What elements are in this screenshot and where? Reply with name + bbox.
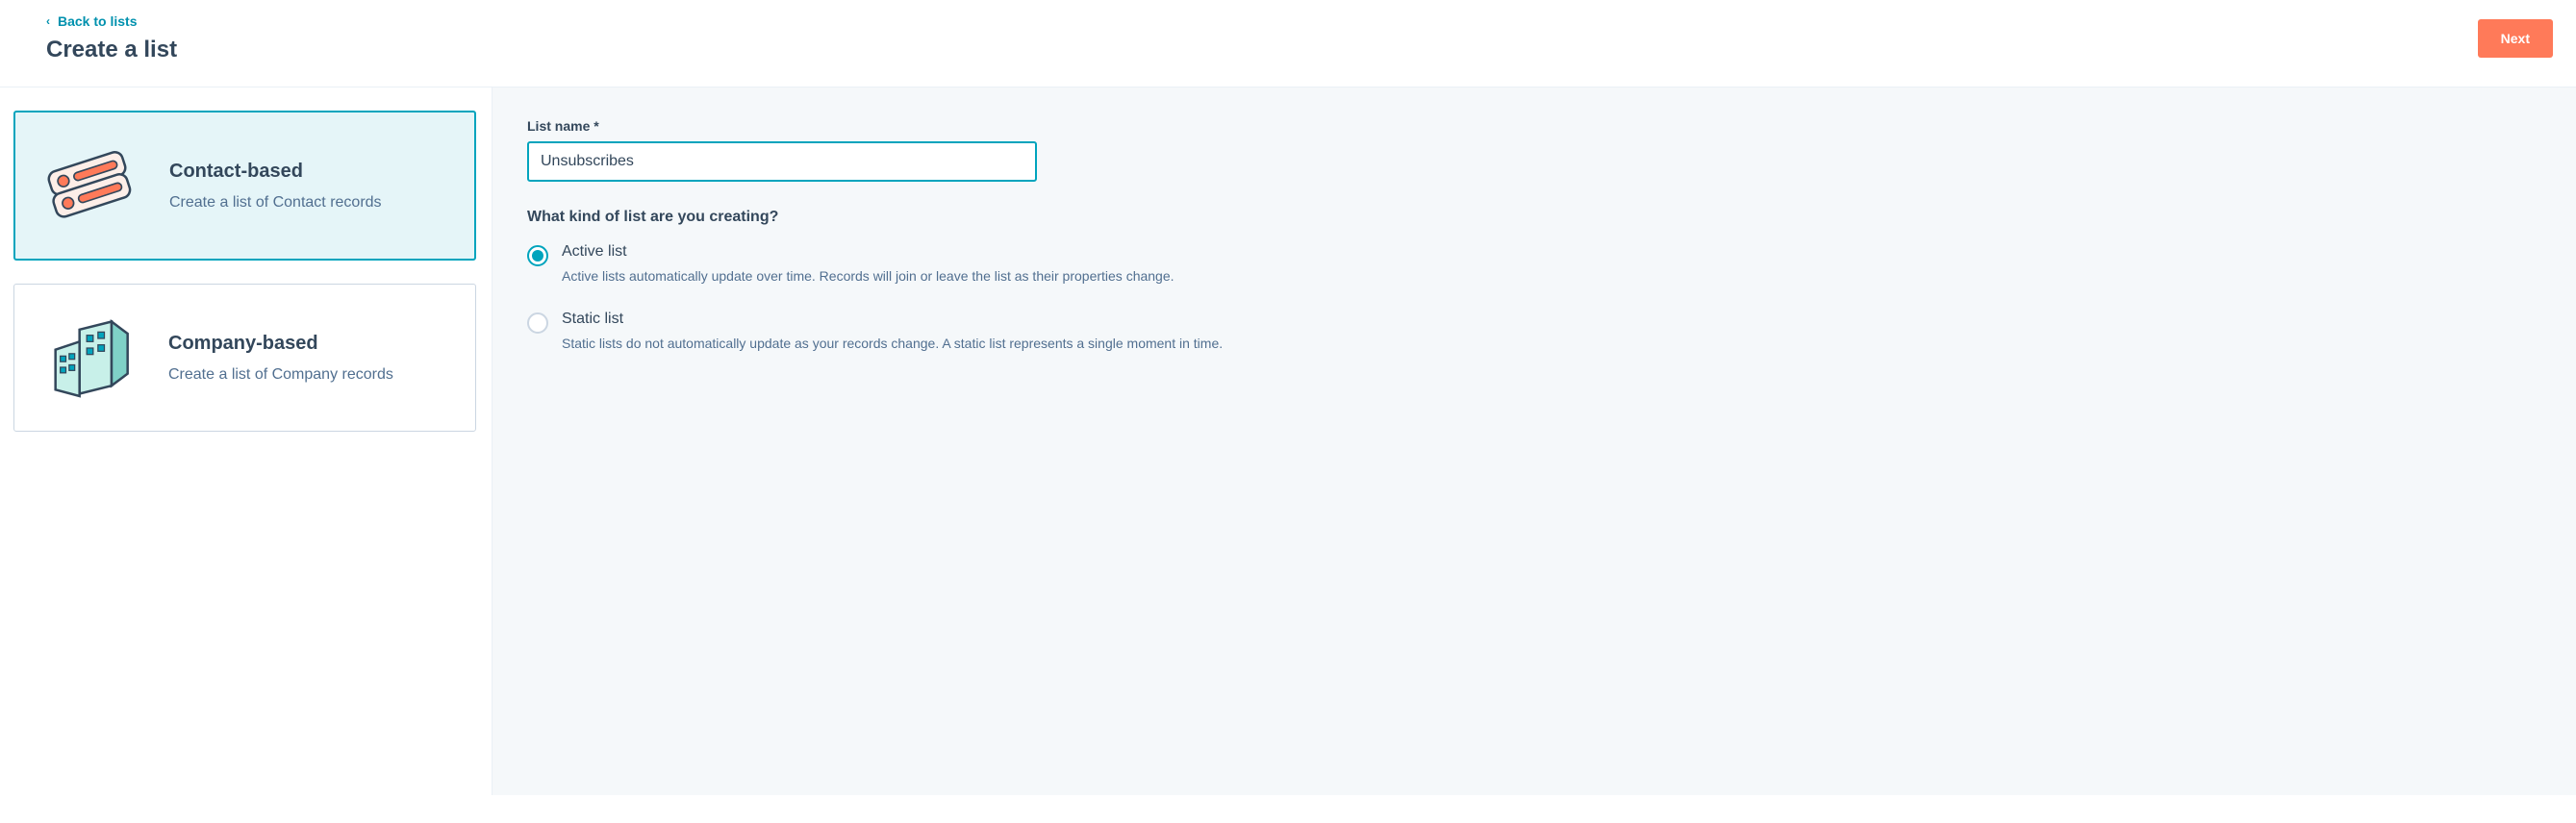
- radio-button-unselected-icon[interactable]: [527, 312, 548, 334]
- card-text: Company-based Create a list of Company r…: [168, 333, 393, 384]
- radio-label: Active list: [562, 243, 1174, 261]
- header-left: ‹ Back to lists Create a list: [46, 13, 177, 63]
- back-to-lists-link[interactable]: ‹ Back to lists: [46, 13, 177, 29]
- radio-active-list[interactable]: Active list Active lists automatically u…: [527, 243, 2541, 284]
- radio-static-list[interactable]: Static list Static lists do not automati…: [527, 311, 2541, 351]
- radio-text: Static list Static lists do not automati…: [562, 311, 1223, 351]
- company-buildings-icon: [38, 308, 138, 408]
- contact-records-icon: [38, 136, 139, 236]
- radio-dot-icon: [532, 250, 543, 262]
- card-contact-based[interactable]: Contact-based Create a list of Contact r…: [13, 111, 476, 261]
- radio-label: Static list: [562, 311, 1223, 328]
- next-button[interactable]: Next: [2478, 19, 2553, 58]
- radio-desc: Static lists do not automatically update…: [562, 336, 1223, 351]
- left-panel: Contact-based Create a list of Contact r…: [0, 87, 492, 795]
- card-company-based[interactable]: Company-based Create a list of Company r…: [13, 284, 476, 432]
- card-desc: Create a list of Contact records: [169, 194, 382, 212]
- radio-text: Active list Active lists automatically u…: [562, 243, 1174, 284]
- list-name-input[interactable]: [527, 141, 1037, 182]
- back-link-label: Back to lists: [58, 13, 137, 29]
- card-title: Company-based: [168, 333, 393, 355]
- radio-desc: Active lists automatically update over t…: [562, 268, 1174, 284]
- list-name-label: List name *: [527, 118, 2541, 134]
- list-kind-heading: What kind of list are you creating?: [527, 209, 2541, 226]
- card-desc: Create a list of Company records: [168, 366, 393, 384]
- card-title: Contact-based: [169, 161, 382, 183]
- header-bar: ‹ Back to lists Create a list Next: [0, 0, 2576, 87]
- main-area: Contact-based Create a list of Contact r…: [0, 87, 2576, 795]
- page-title: Create a list: [46, 37, 177, 63]
- right-panel: List name * What kind of list are you cr…: [492, 87, 2576, 795]
- chevron-left-icon: ‹: [46, 14, 50, 28]
- card-text: Contact-based Create a list of Contact r…: [169, 161, 382, 212]
- radio-button-selected-icon[interactable]: [527, 245, 548, 266]
